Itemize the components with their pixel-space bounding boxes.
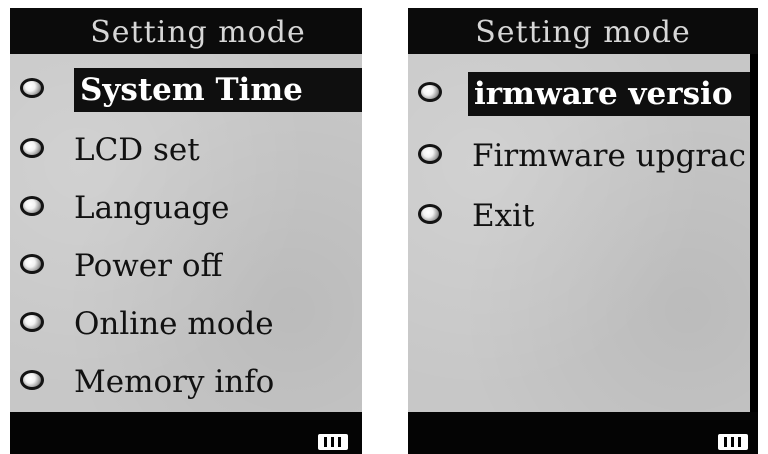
- battery-icon: [718, 434, 748, 450]
- radio-bullet-icon: [418, 204, 442, 224]
- screen-title: Setting mode: [408, 8, 758, 54]
- menu-item-label: Memory info: [74, 364, 275, 400]
- menu-item-lcd-set[interactable]: LCD set: [10, 126, 362, 176]
- menu-item-firmware-upgrade[interactable]: Firmware upgrac: [408, 132, 758, 182]
- menu-item-label: Language: [74, 190, 230, 226]
- screen-edge: [750, 54, 758, 420]
- device-screen-left: Setting mode System Time LCD set Languag…: [10, 8, 362, 454]
- radio-bullet-icon: [20, 312, 44, 332]
- device-screen-right: Setting mode irmware versio Firmware upg…: [408, 8, 758, 454]
- radio-bullet-icon: [418, 144, 442, 164]
- menu-item-label: irmware versio: [468, 72, 758, 116]
- menu-item-language[interactable]: Language: [10, 184, 362, 234]
- menu-item-system-time[interactable]: System Time: [10, 66, 362, 116]
- menu-item-power-off[interactable]: Power off: [10, 242, 362, 292]
- status-bar: [408, 412, 758, 454]
- menu-item-memory-info[interactable]: Memory info: [10, 358, 362, 408]
- settings-menu: System Time LCD set Language Power off O…: [10, 54, 362, 420]
- radio-bullet-icon: [20, 78, 44, 98]
- menu-item-label: Firmware upgrac: [472, 138, 746, 174]
- menu-item-label: Exit: [472, 198, 535, 234]
- status-bar: [10, 412, 362, 454]
- radio-bullet-icon: [20, 254, 44, 274]
- menu-item-label: LCD set: [74, 132, 200, 168]
- radio-bullet-icon: [418, 82, 442, 102]
- menu-item-label: Online mode: [74, 306, 274, 342]
- menu-item-online-mode[interactable]: Online mode: [10, 300, 362, 350]
- battery-icon: [318, 434, 348, 450]
- settings-menu: irmware versio Firmware upgrac Exit: [408, 54, 758, 420]
- menu-item-label: System Time: [74, 68, 362, 112]
- radio-bullet-icon: [20, 370, 44, 390]
- menu-item-exit[interactable]: Exit: [408, 192, 758, 242]
- radio-bullet-icon: [20, 196, 44, 216]
- radio-bullet-icon: [20, 138, 44, 158]
- menu-item-label: Power off: [74, 248, 223, 284]
- screen-title: Setting mode: [10, 8, 362, 54]
- menu-item-firmware-version[interactable]: irmware versio: [408, 70, 758, 120]
